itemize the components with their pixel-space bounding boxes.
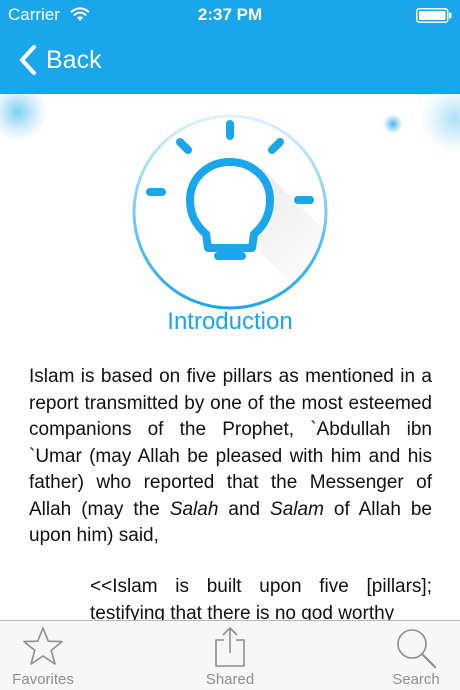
decorative-glow: [420, 94, 460, 154]
paragraph-term-salam: Salam: [270, 498, 324, 520]
share-icon: [215, 627, 245, 667]
back-label: Back: [46, 45, 102, 74]
lightbulb-icon: [132, 114, 328, 310]
back-button[interactable]: Back: [18, 40, 102, 80]
decorative-glow: [383, 114, 403, 134]
chevron-left-icon: [20, 45, 36, 75]
paragraph-term-salah: Salah: [169, 498, 219, 520]
tab-favorites[interactable]: Favorites: [0, 621, 98, 690]
tab-shared-label: Shared: [205, 671, 255, 688]
hadith-quote: <<Islam is built upon five [pillars]; te…: [90, 576, 432, 620]
intro-paragraph: Islam is based on five pillars as mentio…: [29, 364, 432, 550]
paragraph-text: and: [218, 498, 271, 520]
decorative-glow: [0, 94, 48, 142]
section-title: Introduction: [167, 308, 293, 335]
battery-icon: [416, 8, 452, 23]
tab-search[interactable]: Search: [361, 621, 460, 690]
status-time: 2:37 PM: [197, 5, 263, 24]
tab-search-label: Search: [392, 671, 440, 688]
star-icon: [23, 627, 63, 665]
nav-header: Carrier 2:37 PM Back: [0, 0, 460, 94]
magnifier-icon: [397, 629, 437, 669]
tab-bar: Favorites Shared Search: [0, 620, 460, 690]
tab-favorites-label: Favorites: [12, 671, 74, 688]
content-scroll-area[interactable]: Introduction Islam is based on five pill…: [0, 94, 460, 620]
tab-shared[interactable]: Shared: [175, 621, 285, 690]
paragraph-text: Islam is based on five pillars as mentio…: [29, 366, 432, 520]
status-bar: Carrier 2:37 PM: [0, 0, 460, 30]
